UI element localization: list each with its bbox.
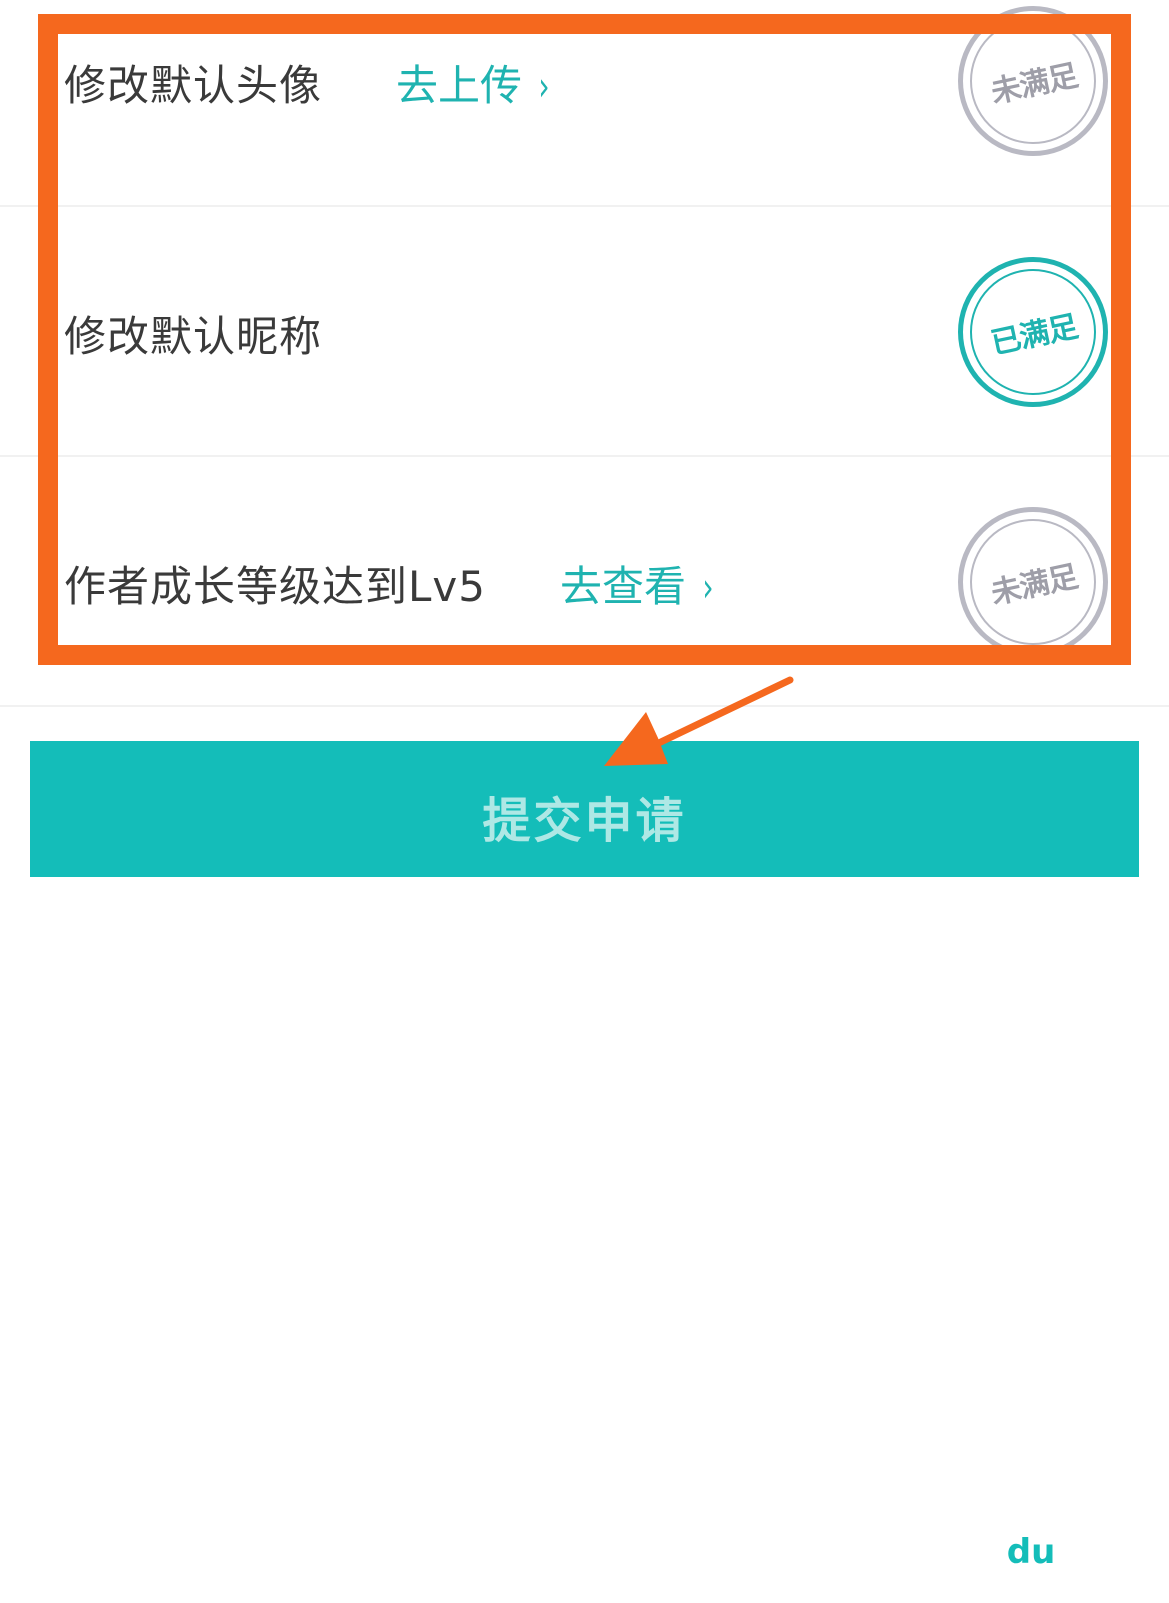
status-stamp-text: 已满足 bbox=[987, 309, 1080, 362]
baidu-jingyan-watermark: Bai du 经验 jingyan.baidu.com bbox=[926, 1493, 1146, 1603]
status-stamp-met: 已满足 bbox=[958, 257, 1108, 407]
task-label: 作者成长等级达到Lv5 bbox=[64, 562, 486, 611]
watermark-brand: Bai du 经验 bbox=[926, 1524, 1146, 1573]
chevron-right-icon: › bbox=[538, 64, 550, 110]
watermark-url: jingyan.baidu.com bbox=[930, 1569, 1134, 1594]
status-stamp-unmet: 未满足 bbox=[958, 6, 1108, 156]
task-row-nickname: 修改默认昵称 已满足 bbox=[0, 207, 1169, 457]
status-stamp-text: 未满足 bbox=[987, 559, 1080, 612]
task-row-level: 作者成长等级达到Lv5 去查看 › 未满足 bbox=[0, 457, 1169, 707]
task-label: 修改默认头像 bbox=[64, 61, 323, 110]
upload-link[interactable]: 去上传 › bbox=[396, 52, 552, 113]
task-row-avatar: 修改默认头像 去上传 › 未满足 bbox=[0, 0, 1169, 207]
status-stamp-text: 未满足 bbox=[987, 58, 1080, 111]
upload-link-label: 去上传 bbox=[396, 61, 523, 110]
submit-button[interactable]: 提交申请 Bai du 经验 jingyan.baidu.com bbox=[30, 741, 1145, 1594]
task-label: 修改默认昵称 bbox=[64, 312, 323, 361]
view-link[interactable]: 去查看 › bbox=[560, 553, 716, 614]
chevron-right-icon: › bbox=[702, 565, 714, 611]
status-stamp-unmet: 未满足 bbox=[958, 507, 1108, 657]
view-link-label: 去查看 bbox=[560, 562, 687, 611]
submit-button-label: 提交申请 bbox=[482, 793, 687, 849]
